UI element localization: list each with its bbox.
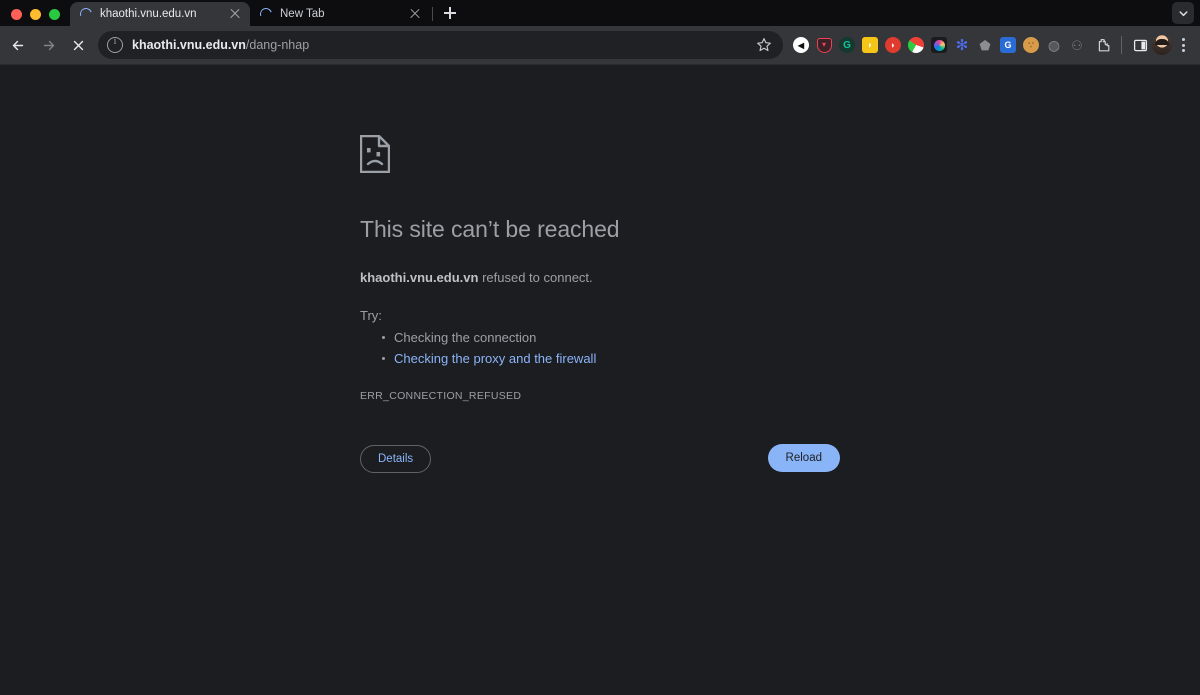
toolbar-separator <box>1121 36 1122 54</box>
url-host: khaothi.vnu.edu.vn <box>132 38 246 52</box>
try-label: Try: <box>360 308 382 323</box>
tab-strip-right-controls <box>1172 2 1194 24</box>
address-bar[interactable]: khaothi.vnu.edu.vn/dang-nhap <box>98 31 783 59</box>
tab-search-chevron-down-icon[interactable] <box>1172 2 1194 24</box>
window-traffic-lights <box>0 9 70 26</box>
window-minimize-button[interactable] <box>30 9 41 20</box>
three-dot-menu-icon[interactable] <box>1174 35 1192 55</box>
tab-title: New Tab <box>280 8 325 20</box>
tab-strip: khaothi.vnu.edu.vn New Tab <box>0 0 1200 26</box>
list-item-proxy-firewall-link[interactable]: Checking the proxy and the firewall <box>382 348 1200 369</box>
address-bar-url: khaothi.vnu.edu.vn/dang-nhap <box>132 38 747 52</box>
robot-extension-icon[interactable]: ⚇ <box>1067 35 1087 55</box>
tab-close-icon[interactable] <box>228 7 242 21</box>
red-drop-extension-icon[interactable]: ◗ <box>883 35 903 55</box>
extension-icons: ◀ ▾ G ◗ ◗ ✻ ⬟ G ∵ ◍ ⚇ <box>791 35 1087 55</box>
details-button[interactable]: Details <box>360 444 432 473</box>
window-close-button[interactable] <box>11 9 22 20</box>
asterisk-flower-extension-icon[interactable]: ✻ <box>952 35 972 55</box>
browser-tab-new[interactable]: New Tab <box>250 2 430 26</box>
browser-toolbar: khaothi.vnu.edu.vn/dang-nhap ◀ ▾ G ◗ ◗ ✻… <box>0 26 1200 65</box>
page-title: This site can’t be reached <box>360 216 620 242</box>
side-panel-icon[interactable] <box>1130 35 1150 55</box>
info-circle-icon[interactable] <box>107 36 123 53</box>
grammarly-extension-icon[interactable]: G <box>837 35 857 55</box>
error-code: ERR_CONNECTION_REFUSED <box>360 390 522 402</box>
error-lede-rest: refused to connect. <box>478 270 593 285</box>
shopify-extension-icon[interactable]: ⬟ <box>975 35 995 55</box>
list-item: Checking the connection <box>382 327 1200 348</box>
error-host: khaothi.vnu.edu.vn <box>360 270 479 285</box>
error-actions: Details Reload <box>360 444 840 473</box>
back-icon[interactable] <box>4 31 32 59</box>
tab-loading-spinner <box>258 6 274 22</box>
url-path: /dang-nhap <box>245 38 310 52</box>
star-icon[interactable] <box>755 36 773 54</box>
suggestion-list: Checking the connection Checking the pro… <box>382 327 1200 369</box>
error-page: This site can’t be reached khaothi.vnu.e… <box>0 65 1200 695</box>
back-circle-extension-icon[interactable]: ◀ <box>791 35 811 55</box>
stop-loading-icon[interactable] <box>64 31 92 59</box>
google-docs-extension-icon[interactable]: G <box>998 35 1018 55</box>
lightbulb-extension-icon[interactable]: ◗ <box>860 35 880 55</box>
pocket-extension-icon[interactable]: ▾ <box>814 35 834 55</box>
forward-icon[interactable] <box>34 31 62 59</box>
new-tab-button[interactable] <box>439 2 461 24</box>
tab-loading-spinner <box>78 6 94 22</box>
rainbow-ring-extension-icon[interactable] <box>929 35 949 55</box>
tab-title: khaothi.vnu.edu.vn <box>100 8 197 20</box>
tab-close-icon[interactable] <box>408 7 422 21</box>
browser-tab-active[interactable]: khaothi.vnu.edu.vn <box>70 2 250 26</box>
extensions-puzzle-icon[interactable] <box>1093 35 1113 55</box>
profile-avatar[interactable] <box>1152 35 1172 55</box>
error-lede: khaothi.vnu.edu.vn refused to connect. <box>360 270 1200 285</box>
reload-button[interactable]: Reload <box>767 444 840 472</box>
window-maximize-button[interactable] <box>49 9 60 20</box>
cookie-extension-icon[interactable]: ∵ <box>1021 35 1041 55</box>
colorful-circle-extension-icon[interactable] <box>906 35 926 55</box>
sad-document-icon <box>359 134 1200 178</box>
grey-ring-extension-icon[interactable]: ◍ <box>1044 35 1064 55</box>
tab-separator <box>432 7 433 21</box>
